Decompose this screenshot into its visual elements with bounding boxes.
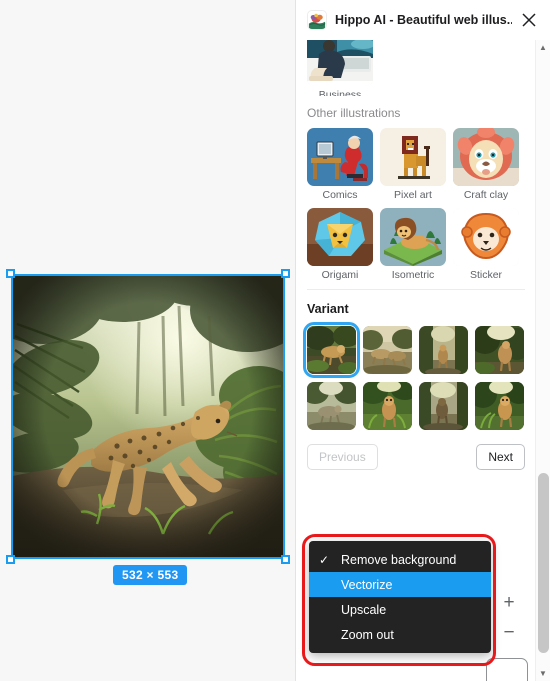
panel-title: Hippo AI - Beautiful web illus... [335, 13, 512, 27]
top-partial-section: Business [296, 40, 536, 96]
illustration-label: Comics [322, 189, 358, 201]
context-menu-item-label: Vectorize [341, 577, 393, 592]
illustration-label: Craft clay [463, 189, 509, 201]
selection-frame [11, 274, 285, 559]
craft-clay-illustration-thumbnail [453, 128, 519, 186]
image-size-badge: 532 × 553 [113, 565, 188, 585]
variant-thumbnail-1[interactable] [303, 322, 360, 378]
variant-heading: Variant [307, 302, 349, 316]
context-menu-item-zoom-out[interactable]: Zoom out [309, 622, 491, 647]
business-illustration-thumbnail [307, 40, 373, 86]
isometric-illustration-thumbnail [380, 208, 446, 266]
resize-handle-top-left[interactable] [6, 269, 15, 278]
variant-navigation: Previous Next [307, 444, 525, 470]
illustration-item-business[interactable]: Business [307, 40, 373, 96]
sticker-illustration-thumbnail [453, 208, 519, 266]
variant-thumbnail-7[interactable] [419, 382, 468, 430]
illustration-item-sticker[interactable]: Sticker [453, 208, 519, 281]
illustration-item-origami[interactable]: Origami [307, 208, 373, 281]
panel-header: Hippo AI - Beautiful web illus... [296, 0, 550, 40]
close-icon[interactable] [518, 9, 540, 31]
context-menu: ✓ Remove background Vectorize Upscale Zo… [309, 541, 491, 653]
previous-button[interactable]: Previous [307, 444, 378, 470]
pixel-art-illustration-thumbnail [380, 128, 446, 186]
scroll-up-arrow[interactable]: ▲ [536, 40, 550, 55]
context-menu-item-label: Upscale [341, 602, 387, 617]
context-menu-item-remove-background[interactable]: ✓ Remove background [309, 547, 491, 572]
context-menu-item-label: Remove background [341, 552, 457, 567]
scroll-down-arrow[interactable]: ▼ [536, 666, 550, 681]
other-illustrations-section: Other illustrations Comics Pixel art Cra… [296, 106, 536, 290]
next-button[interactable]: Next [476, 444, 525, 470]
resize-handle-bottom-left[interactable] [6, 555, 15, 564]
context-menu-item-label: Zoom out [341, 627, 394, 642]
variant-thumbnail-2[interactable] [363, 326, 412, 374]
illustration-label: Pixel art [394, 189, 432, 201]
section-divider [307, 289, 525, 290]
zoom-in-button[interactable]: + [498, 588, 520, 618]
other-illustrations-heading: Other illustrations [307, 106, 401, 120]
illustration-label: Origami [321, 269, 359, 281]
variant-thumbnail-3[interactable] [419, 326, 468, 374]
illustration-label: Isometric [391, 269, 435, 281]
variant-thumbnail-5[interactable] [307, 382, 356, 430]
other-illustrations-grid: Comics Pixel art Craft clay Origami Isom… [307, 128, 525, 281]
selected-image-selection[interactable] [6, 269, 290, 564]
scrollbar-thumb[interactable] [538, 473, 549, 653]
illustration-item-isometric[interactable]: Isometric [380, 208, 446, 281]
variant-section: Variant Previous Next [296, 302, 536, 470]
resize-handle-bottom-right[interactable] [281, 555, 290, 564]
context-menu-item-upscale[interactable]: Upscale [309, 597, 491, 622]
hippo-logo-icon [307, 10, 327, 30]
zoom-out-button[interactable]: − [498, 618, 520, 648]
zoom-controls: + − [498, 588, 520, 648]
origami-illustration-thumbnail [307, 208, 373, 266]
illustration-item-comics[interactable]: Comics [307, 128, 373, 201]
editor-canvas[interactable]: 532 × 553 [0, 0, 295, 681]
tool-button-partial[interactable] [486, 658, 528, 681]
variant-thumbnail-8[interactable] [475, 382, 524, 430]
illustration-item-pixel-art[interactable]: Pixel art [380, 128, 446, 201]
scrollbar-track[interactable] [536, 55, 550, 666]
app-root: 532 × 553 Hippo AI - Beautiful web illus… [0, 0, 550, 681]
variant-thumbnail-6[interactable] [363, 382, 412, 430]
context-menu-item-vectorize[interactable]: Vectorize [309, 572, 491, 597]
illustration-label: Business [318, 89, 362, 96]
variant-thumbnail-4[interactable] [475, 326, 524, 374]
variant-grid [303, 322, 525, 430]
resize-handle-top-right[interactable] [281, 269, 290, 278]
illustration-label: Sticker [469, 269, 503, 281]
panel-scrollbar[interactable]: ▲ ▼ [535, 40, 550, 681]
check-icon: ✓ [319, 552, 330, 567]
comics-illustration-thumbnail [307, 128, 373, 186]
illustration-item-craft-clay[interactable]: Craft clay [453, 128, 519, 201]
